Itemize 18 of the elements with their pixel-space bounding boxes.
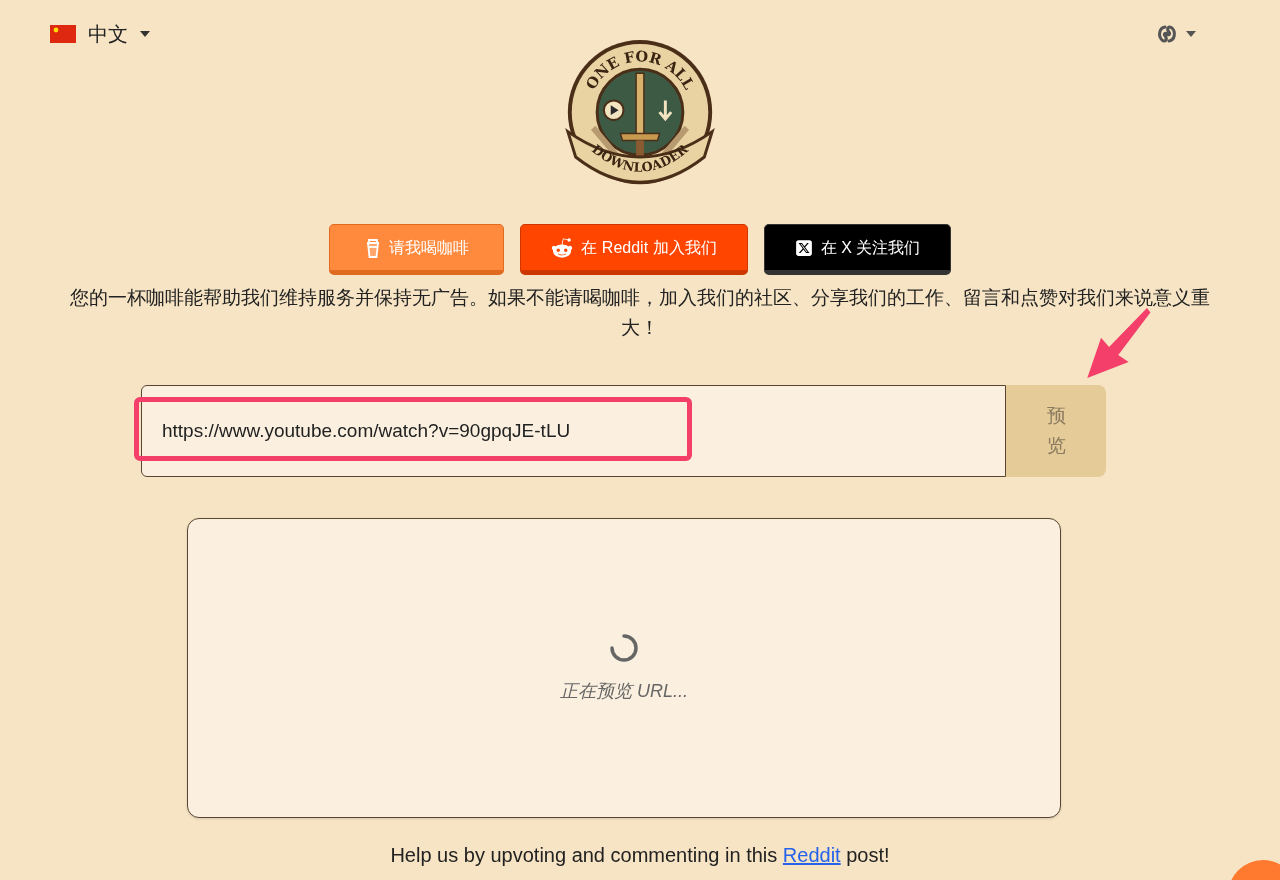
- x-logo-icon: [794, 238, 813, 257]
- loading-status: 正在预览 URL...: [560, 679, 688, 703]
- spinner-icon: [608, 631, 640, 664]
- china-flag-icon: [50, 25, 76, 43]
- reddit-link[interactable]: Reddit: [782, 844, 841, 866]
- language-selector[interactable]: 中文: [50, 19, 150, 49]
- footer-message: Help us by upvoting and commenting in this Reddit post!: [389, 843, 891, 868]
- support-message: 您的一杯咖啡能帮助我们维持服务并保持无广告。如果不能请喝咖啡，加入我们的社区、分享我们的工作、留言和点赞对我们来说意义重大！: [70, 286, 1210, 340]
- social-button[interactable]: 在 X 关注我们: [764, 224, 951, 275]
- cup-icon: [364, 236, 381, 259]
- url-field[interactable]: https://www.youtube.com/watch?v=90gpqJE-tLU: [141, 385, 1006, 477]
- social-button[interactable]: 请我喝咖啡: [329, 224, 504, 275]
- social-button[interactable]: 在 Reddit 加入我们: [520, 224, 748, 275]
- reddit-alien-icon: [551, 236, 574, 259]
- theme-menu-button[interactable]: [1156, 24, 1196, 44]
- caret-icon: [140, 31, 150, 37]
- swirl-icon: [1156, 24, 1178, 44]
- caret-icon: [1186, 31, 1196, 37]
